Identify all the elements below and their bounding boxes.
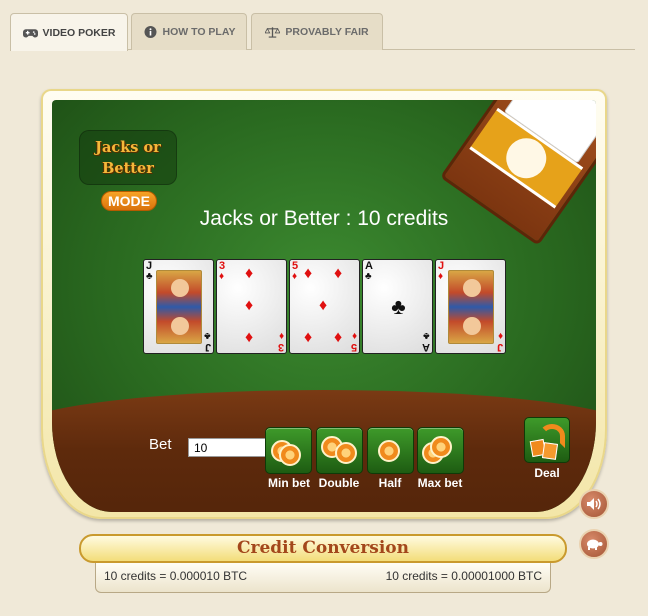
diamond-icon: ♦ [438,271,444,282]
jack-figure [156,270,202,344]
club-icon: ♣ [365,271,372,282]
diamond-icon: ♦ [351,330,357,341]
max-bet-label: Max bet [417,476,463,490]
tab-label: HOW TO PLAY [162,26,236,38]
diamond-icon: ♦ [278,330,284,341]
card-2[interactable]: 3 ♦ ♦ ♦ ♦ ♦ 3 [216,259,287,354]
club-icon: ♣ [204,330,211,341]
club-icon: ♣ [146,271,153,282]
turtle-icon [587,539,603,550]
club-icon: ♣ [391,294,406,319]
max-bet-button[interactable] [417,427,464,474]
diamond-icon: ♦ [245,297,254,314]
game-headline: Jacks or Better : 10 credits [199,207,449,230]
diamond-icon: ♦ [304,265,313,282]
tab-provably-fair[interactable]: PROVABLY FAIR [251,13,383,50]
diamond-icon: ♦ [497,330,503,341]
bet-label: Bet [149,436,172,453]
diamond-icon: ♦ [245,265,254,282]
info-icon [144,26,157,38]
deal-arrow-icon [539,424,565,448]
scales-icon [265,27,281,38]
card-rank: J [496,341,503,353]
card-rank: 5 [350,341,357,353]
credit-conversion-title: Credit Conversion [79,534,567,563]
diamond-icon: ♦ [334,265,343,282]
gamepad-icon [22,28,38,37]
double-button[interactable] [316,427,363,474]
credit-conversion-panel: 10 credits = 0.000010 BTC 10 credits = 0… [95,563,551,593]
speed-button[interactable] [579,529,609,559]
diamond-icon: ♦ [334,329,343,346]
diamond-icon: ♦ [304,329,313,346]
poker-machine: Jacks or Better MODE Jacks or Better : 1… [41,89,607,519]
half-button[interactable] [367,427,414,474]
sound-button[interactable] [579,489,609,519]
card-rank: 3 [277,341,284,353]
chip-icon [430,436,452,458]
tab-how-to-play[interactable]: HOW TO PLAY [131,13,247,50]
tab-bar: VIDEO POKER HOW TO PLAY PROVABLY FAIR [10,13,635,51]
deal-button[interactable] [524,417,570,463]
card-3[interactable]: 5 ♦ ♦ ♦ ♦ ♦ ♦ ♦ 5 [289,259,360,354]
diamond-icon: ♦ [245,329,254,346]
mode-title: Jacks or Better [79,130,177,185]
tab-video-poker[interactable]: VIDEO POKER [10,13,128,51]
jack-figure [448,270,494,344]
conversion-left: 10 credits = 0.000010 BTC [104,569,248,583]
card-rank: J [204,341,211,353]
speaker-icon [587,498,601,510]
chip-icon [335,442,357,464]
chip-icon [378,440,400,462]
card-1[interactable]: J ♣ ♣ J [143,259,214,354]
bet-input[interactable] [188,438,268,457]
diamond-icon: ♦ [319,297,328,314]
diamond-icon: ♦ [292,271,298,282]
chip-icon [279,444,301,466]
card-rank: A [422,341,430,353]
min-bet-button[interactable] [265,427,312,474]
tab-label: VIDEO POKER [42,26,116,39]
card-4[interactable]: A ♣ ♣ ♣ A [362,259,433,354]
game-table: Jacks or Better MODE Jacks or Better : 1… [52,100,596,512]
tab-label: PROVABLY FAIR [285,26,369,38]
deal-label: Deal [534,466,560,480]
conversion-right: 10 credits = 0.00001000 BTC [385,569,542,583]
card-5[interactable]: J ♦ ♦ J [435,259,506,354]
diamond-icon: ♦ [219,271,225,282]
club-icon: ♣ [423,330,430,341]
